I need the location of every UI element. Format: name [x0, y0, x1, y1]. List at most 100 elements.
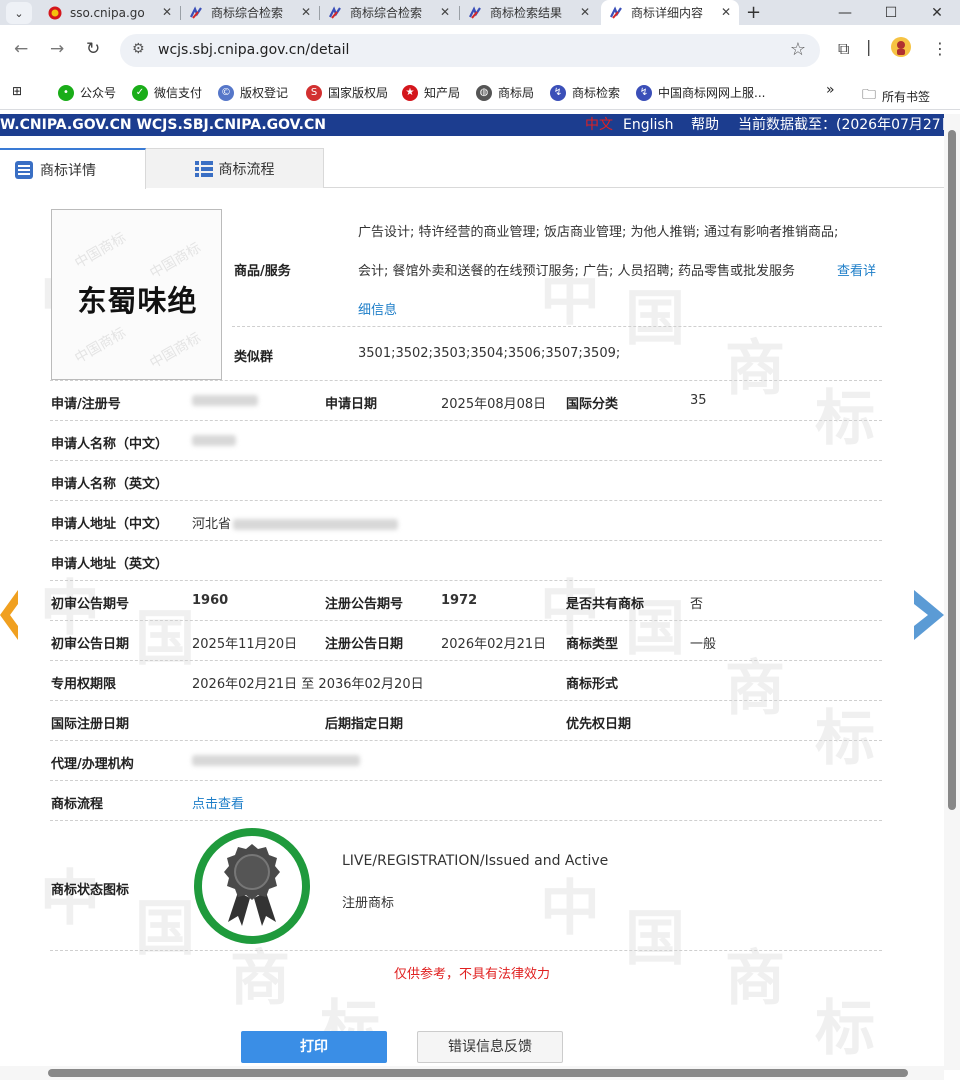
tab-title: 商标综合检索: [350, 6, 423, 20]
watermark-glyph: 标: [815, 384, 875, 454]
close-tab-icon[interactable]: ✕: [440, 5, 450, 19]
bookmark-label: 微信支付: [154, 86, 203, 100]
bookmark-wechat-pay[interactable]: ✓ 微信支付: [132, 84, 202, 101]
close-tab-icon[interactable]: ✕: [580, 5, 590, 19]
site-info-icon[interactable]: ⚙: [132, 41, 145, 57]
address-en-label: 申请人地址（英文）: [51, 557, 169, 572]
data-as-of-text: 当前数据截至：(2026年07月27日: [738, 117, 944, 133]
browser-tab-search-2[interactable]: 商标综合检索 ✕: [320, 0, 458, 25]
close-window-icon[interactable]: ✕: [914, 0, 960, 25]
back-arrow-icon[interactable]: ←: [14, 39, 28, 59]
print-button[interactable]: 打印: [241, 1031, 387, 1063]
profile-avatar-icon[interactable]: [890, 36, 912, 62]
applicant-cn-label: 申请人名称（中文）: [51, 437, 169, 452]
close-tab-icon[interactable]: ✕: [162, 5, 172, 19]
bookmark-tm-online[interactable]: ↯ 中国商标网网上服...: [636, 84, 765, 101]
cnipa-emblem-icon: [48, 6, 62, 20]
ncac-icon: S: [306, 84, 322, 101]
intl-class-value: 35: [690, 393, 707, 408]
row-divider: [50, 620, 882, 621]
tab-trademark-detail[interactable]: 商标详情: [0, 148, 146, 189]
close-tab-icon[interactable]: ✕: [301, 5, 311, 19]
view-more-link-cont[interactable]: 细信息: [358, 299, 397, 318]
detail-tab-bar: 商标详情 商标流程: [0, 148, 944, 189]
wechat-icon: •: [58, 84, 74, 101]
bookmark-tm-search[interactable]: ↯ 商标检索: [550, 84, 620, 101]
row-divider: [50, 500, 882, 501]
intl-class-label: 国际分类: [566, 397, 619, 412]
view-more-link[interactable]: 查看详: [837, 260, 876, 279]
bookmarks-overflow-icon[interactable]: »: [826, 82, 835, 98]
bookmark-tm-bureau[interactable]: ◍ 商标局: [476, 84, 534, 101]
browser-tab-search-1[interactable]: 商标综合检索 ✕: [181, 0, 319, 25]
bookmark-star-icon[interactable]: ☆: [790, 39, 806, 60]
browser-menu-kebab-icon[interactable]: ⋮: [932, 39, 948, 58]
agent-label: 代理/办理机构: [51, 757, 134, 772]
tab-trademark-flow[interactable]: 商标流程: [146, 148, 324, 188]
trademark-image: 中国商标 中国商标 中国商标 中国商标 东蜀味绝: [51, 209, 222, 380]
watermark-glyph: 商: [725, 654, 785, 724]
watermark-glyph: 中: [540, 874, 600, 944]
error-feedback-button[interactable]: 错误信息反馈: [417, 1031, 563, 1063]
goods-services-line: 广告设计; 特许经营的商业管理; 饭店商业管理; 为他人推销; 通过有影响者推销…: [358, 225, 839, 240]
shared-mark-label: 是否共有商标: [566, 597, 645, 612]
watermark-glyph: 国: [135, 604, 195, 674]
reg-issue-value: 1972: [441, 593, 478, 608]
tab-search-menu-button[interactable]: ⌄: [6, 2, 32, 24]
forward-arrow-icon[interactable]: →: [50, 39, 64, 59]
horizontal-scrollbar[interactable]: [0, 1066, 944, 1080]
bookmark-label: 版权登记: [240, 86, 289, 100]
reg-no-value-redacted: [192, 393, 258, 408]
wechat-pay-icon: ✓: [132, 84, 148, 101]
shared-mark-value: 否: [690, 597, 704, 612]
reload-icon[interactable]: ↻: [86, 39, 100, 59]
view-flow-link[interactable]: 点击查看: [192, 793, 244, 812]
browser-tab-sso[interactable]: sso.cnipa.go ✕: [40, 0, 180, 25]
apps-grid-icon[interactable]: ⊞: [12, 84, 22, 98]
horizontal-scrollbar-thumb[interactable]: [48, 1069, 908, 1077]
toolbar-divider: |: [866, 37, 872, 56]
lang-chinese-link[interactable]: 中文: [585, 114, 613, 136]
browser-tab-results[interactable]: 商标检索结果 ✕: [460, 0, 598, 25]
new-tab-plus-icon[interactable]: +: [746, 2, 761, 23]
browser-toolbar: ← → ↻ ⚙ wcjs.sbj.cnipa.gov.cn/detail ☆ ⧉…: [0, 25, 960, 75]
previous-record-arrow-icon[interactable]: [0, 590, 30, 640]
tab-title: sso.cnipa.go: [70, 5, 145, 20]
url-text[interactable]: wcjs.sbj.cnipa.gov.cn/detail: [158, 42, 349, 58]
address-bar[interactable]: ⚙ wcjs.sbj.cnipa.gov.cn/detail ☆: [120, 34, 820, 67]
term-label: 专用权期限: [51, 677, 117, 692]
all-bookmarks-button[interactable]: 🗀 所有书签: [862, 84, 930, 108]
bookmark-ip-office[interactable]: ★ 知产局: [402, 84, 460, 101]
bookmark-label: 中国商标网网上服...: [658, 86, 766, 100]
next-record-arrow-icon[interactable]: [914, 590, 944, 640]
bookmark-gongzhonghao[interactable]: • 公众号: [58, 84, 116, 101]
intl-reg-date-label: 国际注册日期: [51, 717, 130, 732]
bookmark-copyright-office[interactable]: S 国家版权局: [306, 84, 388, 101]
priority-date-label: 优先权日期: [566, 717, 632, 732]
lang-english-link[interactable]: English: [623, 114, 674, 136]
mark-form-label: 商标形式: [566, 677, 619, 692]
bookmark-label: 知产局: [424, 86, 461, 100]
trademark-mark-text: 东蜀味绝: [77, 284, 198, 318]
tab-label: 商标流程: [218, 161, 275, 178]
trademark-bureau-icon: ↯: [636, 84, 652, 101]
row-divider: [50, 700, 882, 701]
minimize-window-icon[interactable]: —: [822, 0, 868, 25]
vertical-scrollbar-thumb[interactable]: [948, 130, 956, 810]
maximize-window-icon[interactable]: ☐: [868, 0, 914, 25]
extensions-puzzle-icon[interactable]: ⧉: [838, 39, 849, 59]
help-link[interactable]: 帮助: [691, 114, 719, 136]
watermark-glyph: 商: [725, 334, 785, 404]
registered-award-ribbon-icon: [194, 828, 310, 944]
close-tab-icon[interactable]: ✕: [721, 5, 731, 19]
tab-title: 商标综合检索: [211, 6, 284, 20]
watermark-glyph: 国: [135, 894, 195, 964]
vertical-scrollbar[interactable]: [944, 114, 960, 1070]
bookmark-label: 商标检索: [572, 86, 621, 100]
status-text-en: LIVE/REGISTRATION/Issued and Active: [342, 853, 609, 869]
similar-group-label: 类似群: [234, 350, 274, 365]
row-divider: [50, 780, 882, 781]
browser-tab-detail-active[interactable]: 商标详细内容 ✕: [601, 0, 739, 25]
bookmark-copyright-reg[interactable]: © 版权登记: [218, 84, 288, 101]
row-divider: [50, 460, 882, 461]
